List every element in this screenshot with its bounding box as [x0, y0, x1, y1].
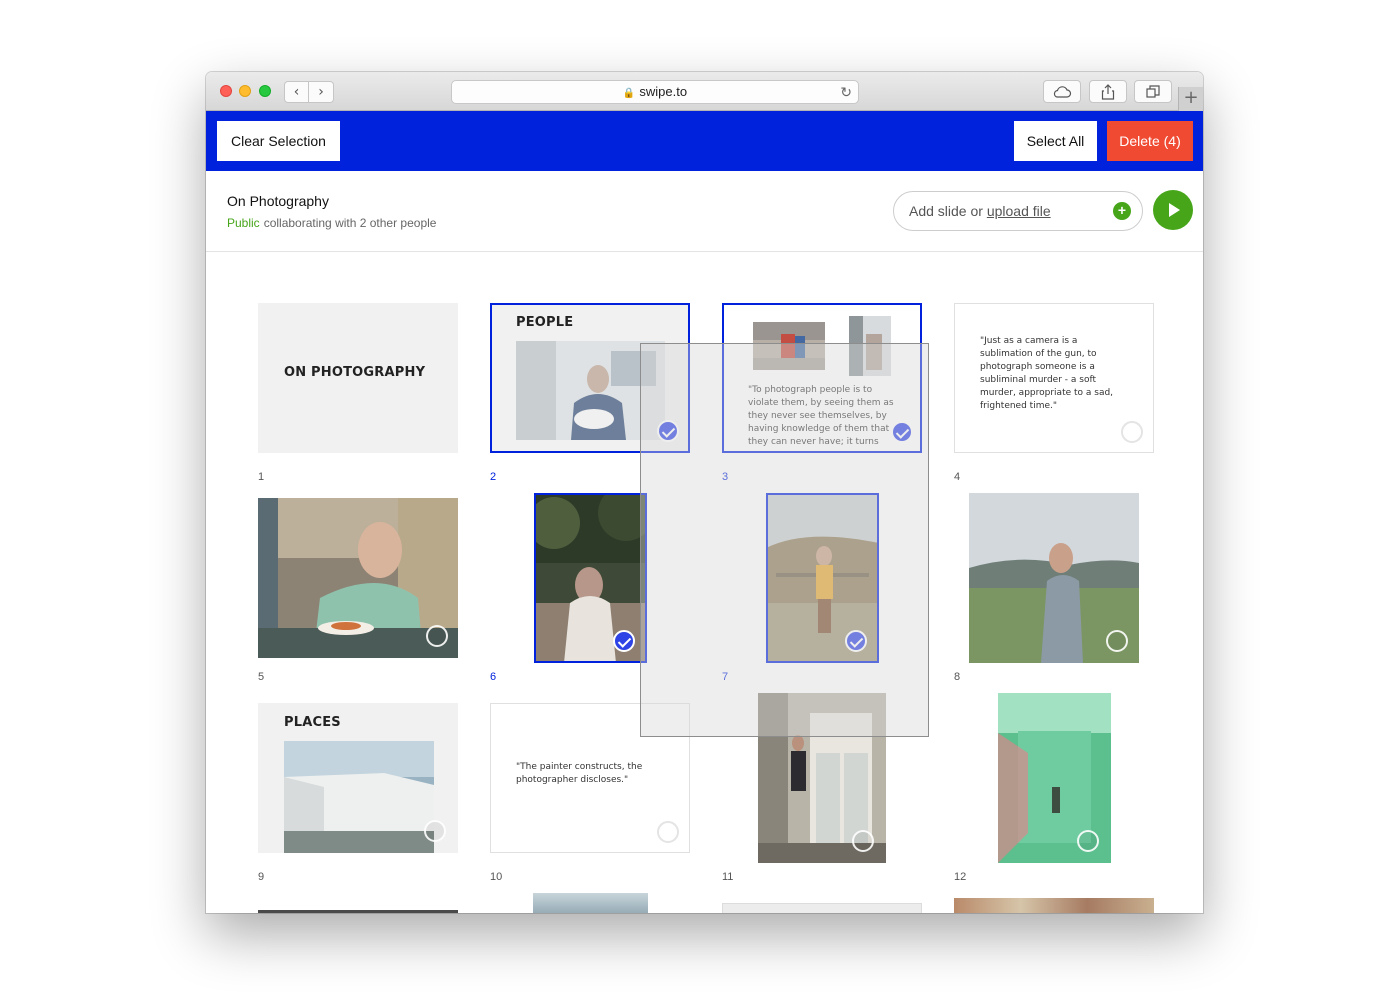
forward-button[interactable]: › — [309, 81, 334, 103]
slide-number: 10 — [490, 871, 503, 883]
slide-1[interactable]: ON PHOTOGRAPHY — [258, 303, 458, 453]
slide-number: 9 — [258, 871, 265, 883]
slide-4[interactable]: "Just as a camera is a sublimation of th… — [954, 303, 1154, 453]
lock-icon: 🔒 — [622, 88, 636, 99]
deck-header: On Photography Public collaborating with … — [206, 171, 1203, 252]
slide-number: 11 — [722, 871, 734, 883]
icloud-tabs-button[interactable] — [1043, 80, 1081, 103]
slide-15[interactable] — [722, 903, 922, 913]
url-text: swipe.to — [639, 84, 688, 99]
select-checkbox-icon[interactable] — [426, 625, 448, 647]
collaborators-text[interactable]: collaborating with 2 other people — [264, 216, 437, 230]
add-slide-input[interactable]: Add slide or upload file + — [893, 191, 1143, 231]
tabs-icon — [1146, 85, 1160, 98]
slide-3[interactable]: "To photograph people is to violate them… — [722, 303, 922, 453]
slide-title: PEOPLE — [516, 315, 574, 330]
slide-photo — [516, 341, 665, 440]
add-icon[interactable]: + — [1113, 202, 1131, 220]
new-tab-button[interactable]: + — [1178, 87, 1203, 111]
select-checkbox-icon[interactable] — [1077, 830, 1099, 852]
reload-icon[interactable]: ↻ — [840, 81, 852, 103]
slide-number: 8 — [954, 671, 961, 683]
slide-photo — [284, 741, 434, 853]
slide-number: 5 — [258, 671, 265, 683]
share-button[interactable] — [1089, 80, 1127, 103]
selected-checkmark-icon[interactable] — [891, 421, 913, 443]
slide-number: 2 — [490, 471, 497, 483]
deck-title[interactable]: On Photography — [227, 193, 329, 209]
slide-number: 1 — [258, 471, 265, 483]
share-icon — [1101, 84, 1115, 100]
slide-photo — [849, 316, 891, 376]
slide-16[interactable] — [954, 898, 1154, 913]
slide-quote: "To photograph people is to violate them… — [748, 385, 894, 447]
slide-quote: "Just as a camera is a sublimation of th… — [980, 336, 1114, 411]
deck-sharing-info: Public collaborating with 2 other people — [227, 216, 436, 230]
chevron-left-icon: ‹ — [293, 84, 300, 100]
plus-icon: + — [1183, 87, 1199, 108]
close-window-button[interactable] — [220, 85, 232, 97]
select-checkbox-icon[interactable] — [1106, 630, 1128, 652]
slide-13[interactable] — [258, 910, 458, 913]
slide-8[interactable] — [969, 493, 1139, 663]
slide-quote: "The painter constructs, the photographe… — [516, 762, 643, 785]
slide-title: ON PHOTOGRAPHY — [284, 365, 426, 380]
slide-7[interactable] — [766, 493, 879, 663]
slide-number: 12 — [954, 871, 967, 883]
slide-number: 4 — [954, 471, 961, 483]
clear-selection-button[interactable]: Clear Selection — [217, 121, 340, 161]
address-bar[interactable]: 🔒 swipe.to ↻ — [451, 80, 859, 104]
slide-11[interactable] — [758, 693, 886, 863]
slide-2[interactable]: PEOPLE — [490, 303, 690, 453]
minimize-window-button[interactable] — [239, 85, 251, 97]
slide-14[interactable] — [533, 893, 648, 913]
selected-checkmark-icon[interactable] — [657, 420, 679, 442]
selected-checkmark-icon[interactable] — [845, 630, 867, 652]
add-slide-prefix: Add slide or — [909, 203, 987, 219]
slide-5[interactable] — [258, 498, 458, 658]
slide-number: 7 — [722, 671, 729, 683]
browser-window: ‹ › 🔒 swipe.to ↻ + Clear Selection Select… — [206, 72, 1203, 913]
visibility-label[interactable]: Public — [227, 216, 260, 230]
slide-6[interactable] — [534, 493, 647, 663]
play-button[interactable] — [1153, 190, 1193, 230]
chevron-right-icon: › — [318, 84, 324, 100]
upload-file-link[interactable]: upload file — [987, 203, 1051, 219]
zoom-window-button[interactable] — [259, 85, 271, 97]
slide-grid: ON PHOTOGRAPHY 1 PEOPLE 2 "To photograph… — [206, 253, 1203, 913]
cloud-icon — [1053, 86, 1072, 98]
slide-12[interactable] — [998, 693, 1111, 863]
slide-10[interactable]: "The painter constructs, the photographe… — [490, 703, 690, 853]
slide-number: 3 — [722, 471, 729, 483]
selected-checkmark-icon[interactable] — [613, 630, 635, 652]
slide-photo — [753, 322, 825, 370]
select-checkbox-icon[interactable] — [1121, 421, 1143, 443]
browser-titlebar: ‹ › 🔒 swipe.to ↻ + — [206, 72, 1203, 111]
slide-title: PLACES — [284, 715, 341, 730]
selection-toolbar: Clear Selection Select All Delete (4) — [206, 111, 1203, 171]
select-all-button[interactable]: Select All — [1014, 121, 1097, 161]
select-checkbox-icon[interactable] — [424, 820, 446, 842]
select-checkbox-icon[interactable] — [852, 830, 874, 852]
slide-9[interactable]: PLACES — [258, 703, 458, 853]
select-checkbox-icon[interactable] — [657, 821, 679, 843]
back-button[interactable]: ‹ — [284, 81, 309, 103]
slide-number: 6 — [490, 671, 497, 683]
delete-button[interactable]: Delete (4) — [1107, 121, 1193, 161]
tabs-overview-button[interactable] — [1134, 80, 1172, 103]
